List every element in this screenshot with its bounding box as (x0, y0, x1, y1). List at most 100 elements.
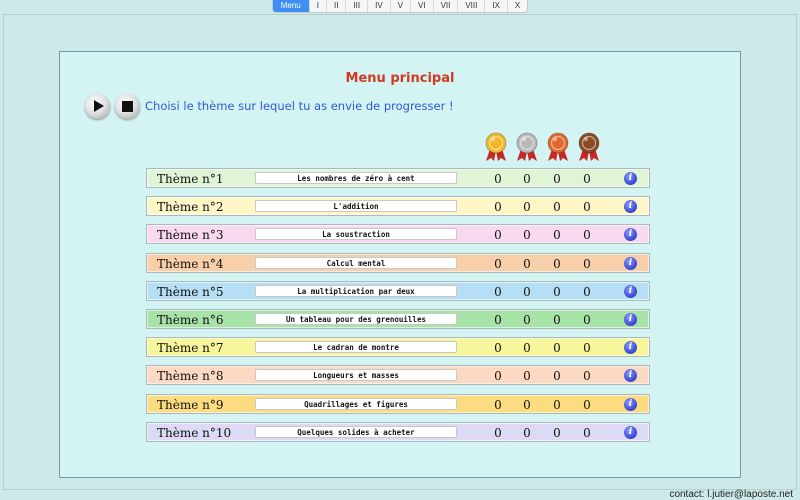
medal-score: 0 (583, 284, 591, 299)
tab-ix[interactable]: IX (484, 0, 507, 12)
medal-score: 0 (553, 172, 561, 186)
medal-score: 0 (583, 172, 591, 186)
theme-row[interactable]: Thème n°9 Quadrillages et figures 0 0 0 0 i (146, 393, 650, 414)
main-panel: Menu principal Choisi le thème sur leque… (59, 51, 741, 478)
theme-name-button[interactable]: Longueurs et masses (255, 369, 457, 382)
medal-score: 0 (553, 425, 561, 440)
medal-score: 0 (494, 228, 502, 243)
medal-score: 0 (494, 397, 502, 412)
info-icon[interactable]: i (624, 313, 637, 326)
brown-medal-icon (578, 132, 600, 161)
instructions-text: Choisi le thème sur lequel tu as envie d… (145, 99, 454, 113)
theme-label: Thème n°7 (157, 341, 224, 356)
medal-score: 0 (583, 369, 591, 384)
medal-score: 0 (523, 172, 531, 186)
tab-iv[interactable]: IV (367, 0, 390, 12)
medal-score: 0 (494, 341, 502, 356)
theme-name-button[interactable]: Calcul mental (255, 256, 457, 269)
medal-score: 0 (583, 200, 591, 215)
theme-row[interactable]: Thème n°1 Les nombres de zéro à cent 0 0 0 0 i (146, 168, 650, 188)
theme-name-button[interactable]: Le cadran de montre (255, 341, 457, 354)
medal-score: 0 (523, 425, 531, 440)
info-icon[interactable]: i (624, 341, 637, 355)
tab-x[interactable]: X (506, 0, 527, 12)
theme-name-button[interactable]: Quadrillages et figures (255, 397, 457, 410)
medal-score: 0 (583, 228, 591, 243)
theme-row[interactable]: Thème n°7 Le cadran de montre 0 0 0 0 i (146, 337, 650, 358)
medal-score: 0 (583, 256, 591, 271)
top-nav: Menu I II III IV V VI VII VIII IX X (0, 0, 800, 14)
info-icon[interactable]: i (624, 172, 637, 185)
contact-text: contact: l.jutier@laposte.net (669, 489, 793, 500)
tab-iii[interactable]: III (345, 0, 367, 12)
medal-score: 0 (494, 256, 502, 271)
theme-label: Thème n°6 (157, 313, 224, 327)
medal-score: 0 (583, 341, 591, 356)
medal-score: 0 (553, 313, 561, 327)
medal-score: 0 (553, 284, 561, 299)
medal-score: 0 (523, 256, 531, 271)
theme-name-button[interactable]: La soustraction (255, 228, 457, 241)
medal-score: 0 (553, 369, 561, 384)
info-icon[interactable]: i (624, 284, 637, 298)
stop-icon[interactable] (115, 94, 140, 119)
tab-ii[interactable]: II (325, 0, 345, 12)
medal-score: 0 (553, 397, 561, 412)
theme-row[interactable]: Thème n°4 Calcul mental 0 0 0 0 i (146, 252, 650, 273)
tab-viii[interactable]: VIII (457, 0, 484, 12)
tab-i[interactable]: I (308, 0, 326, 12)
theme-name-button[interactable]: Les nombres de zéro à cent (255, 172, 457, 184)
medal-score: 0 (494, 284, 502, 299)
tab-bar: Menu I II III IV V VI VII VIII IX X (271, 0, 529, 13)
theme-label: Thème n°2 (157, 200, 224, 215)
page-title: Menu principal (345, 71, 455, 86)
medal-score: 0 (523, 200, 531, 215)
theme-label: Thème n°8 (157, 369, 224, 384)
medal-score: 0 (523, 341, 531, 356)
info-icon[interactable]: i (624, 425, 637, 439)
theme-label: Thème n°9 (157, 397, 224, 412)
info-icon[interactable]: i (624, 397, 637, 411)
theme-row[interactable]: Thème n°2 L'addition 0 0 0 0 i (146, 196, 650, 217)
medal-score: 0 (523, 397, 531, 412)
info-icon[interactable]: i (624, 200, 637, 214)
info-icon[interactable]: i (624, 256, 637, 270)
tab-vi[interactable]: VI (410, 0, 433, 12)
medal-score: 0 (494, 313, 502, 327)
theme-label: Thème n°1 (157, 172, 224, 186)
theme-row[interactable]: Thème n°5 La multiplication par deux 0 0 0 0 i (146, 280, 650, 301)
theme-row[interactable]: Thème n°10 Quelques solides à acheter 0 0 0 0… (146, 421, 650, 442)
theme-label: Thème n°3 (157, 228, 224, 243)
medal-score: 0 (553, 200, 561, 215)
gold-medal-icon (485, 132, 507, 161)
medal-score: 0 (494, 172, 502, 186)
theme-label: Thème n°5 (157, 284, 224, 299)
theme-label: Thème n°4 (157, 256, 224, 271)
medal-score: 0 (523, 228, 531, 243)
medal-score: 0 (553, 228, 561, 243)
medal-score: 0 (523, 284, 531, 299)
theme-row[interactable]: Thème n°8 Longueurs et masses 0 0 0 0 i (146, 365, 650, 386)
medal-score: 0 (553, 256, 561, 271)
play-icon[interactable] (85, 94, 110, 119)
medal-score: 0 (583, 313, 591, 327)
theme-row[interactable]: Thème n°3 La soustraction 0 0 0 0 i (146, 224, 650, 245)
info-icon[interactable]: i (624, 369, 637, 383)
medal-score: 0 (553, 341, 561, 356)
bronze-medal-icon (547, 132, 569, 161)
tab-menu[interactable]: Menu (272, 0, 309, 12)
theme-name-button[interactable]: La multiplication par deux (255, 284, 457, 297)
tab-vii[interactable]: VII (432, 0, 458, 12)
tab-v[interactable]: V (389, 0, 410, 12)
info-icon[interactable]: i (624, 228, 637, 242)
medal-score: 0 (494, 200, 502, 215)
medal-score: 0 (523, 313, 531, 327)
theme-name-button[interactable]: Un tableau pour des grenouilles (255, 313, 457, 325)
medal-score: 0 (583, 425, 591, 440)
theme-row[interactable]: Thème n°6 Un tableau pour des grenouilles… (146, 309, 650, 329)
theme-name-button[interactable]: Quelques solides à acheter (255, 425, 457, 438)
medal-score: 0 (523, 369, 531, 384)
theme-name-button[interactable]: L'addition (255, 200, 457, 213)
medal-score: 0 (494, 425, 502, 440)
medal-score: 0 (494, 369, 502, 384)
